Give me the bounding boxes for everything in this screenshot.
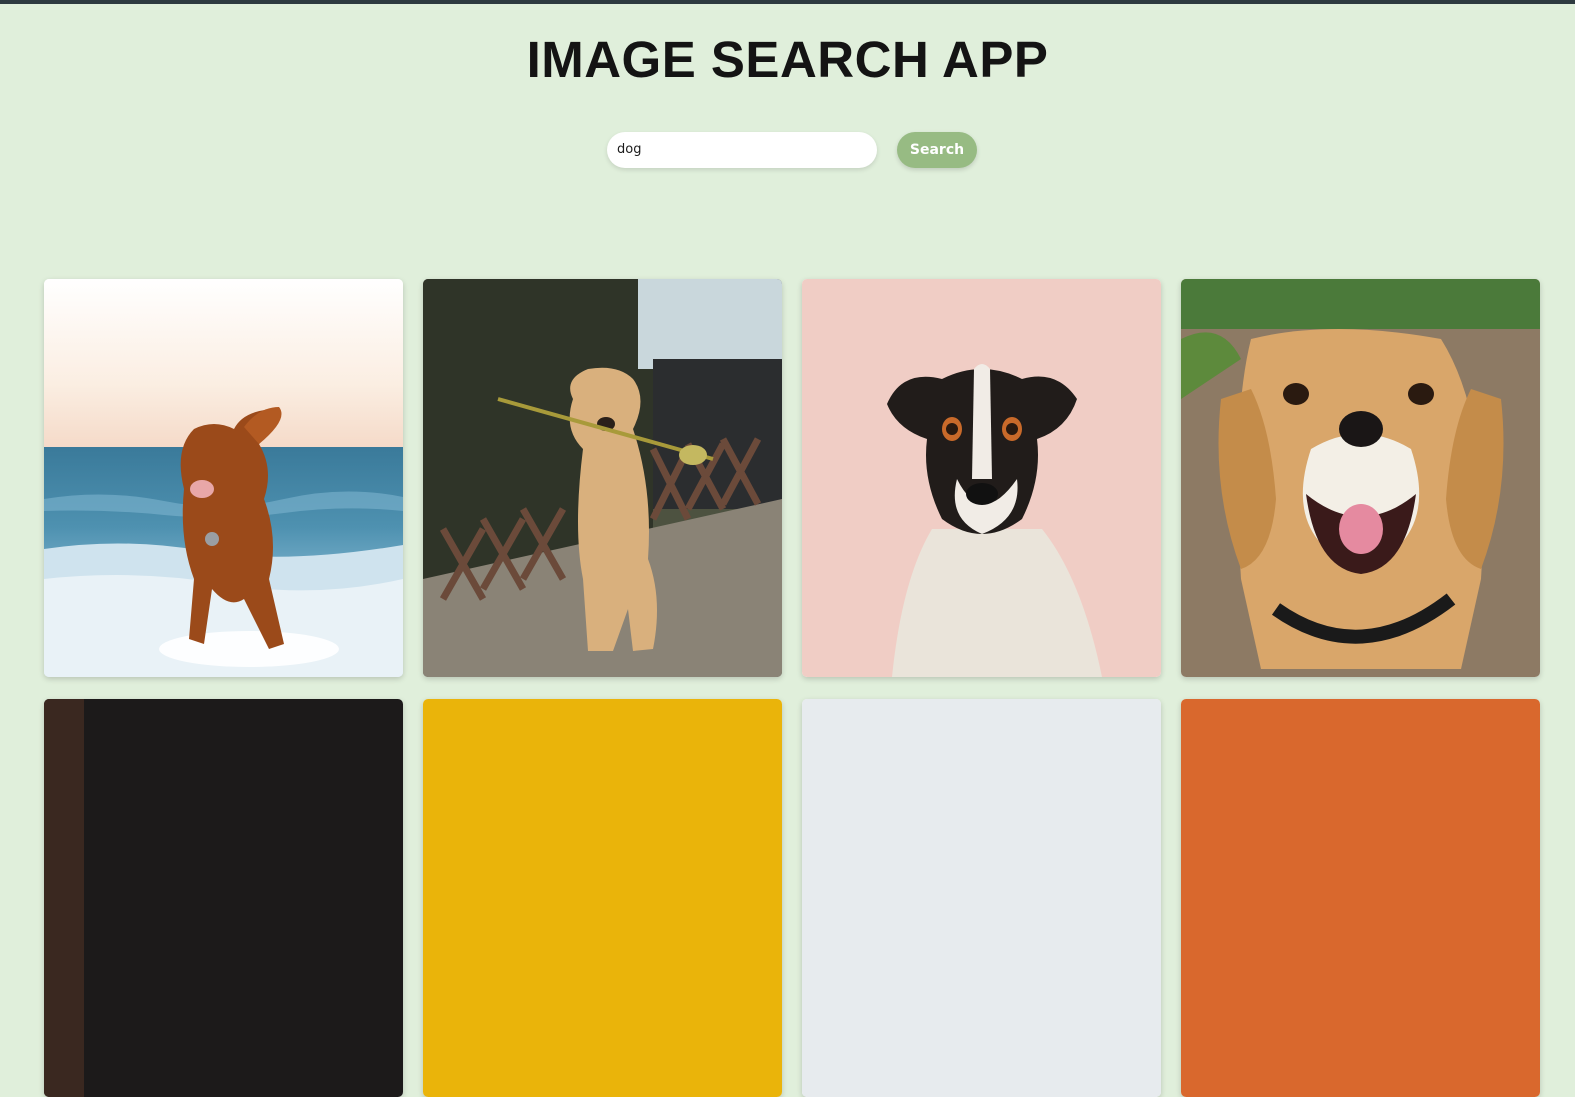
top-border bbox=[0, 0, 1575, 4]
image-card[interactable] bbox=[802, 279, 1161, 677]
orange-photo-image[interactable] bbox=[1181, 699, 1540, 1097]
image-results-grid bbox=[44, 279, 1544, 1097]
page-title: IMAGE SEARCH APP bbox=[526, 31, 1049, 88]
image-card[interactable] bbox=[44, 279, 403, 677]
image-card[interactable] bbox=[1181, 279, 1540, 677]
yellow-photo-image[interactable] bbox=[423, 699, 782, 1097]
image-card[interactable] bbox=[423, 279, 782, 677]
light-gray-photo-image[interactable] bbox=[802, 699, 1161, 1097]
image-card[interactable] bbox=[1181, 699, 1540, 1097]
smiling-beagle-image[interactable] bbox=[1181, 279, 1540, 677]
search-button[interactable]: Search bbox=[897, 131, 977, 168]
dog-running-in-surf-image[interactable] bbox=[44, 279, 403, 677]
golden-retriever-with-flower-image[interactable] bbox=[423, 279, 782, 677]
image-card[interactable] bbox=[802, 699, 1161, 1097]
search-form: Search bbox=[607, 131, 977, 168]
search-input[interactable] bbox=[607, 131, 877, 168]
image-card[interactable] bbox=[44, 699, 403, 1097]
image-card[interactable] bbox=[423, 699, 782, 1097]
terrier-on-pink-background-image[interactable] bbox=[802, 279, 1161, 677]
dark-photo-image[interactable] bbox=[44, 699, 403, 1097]
